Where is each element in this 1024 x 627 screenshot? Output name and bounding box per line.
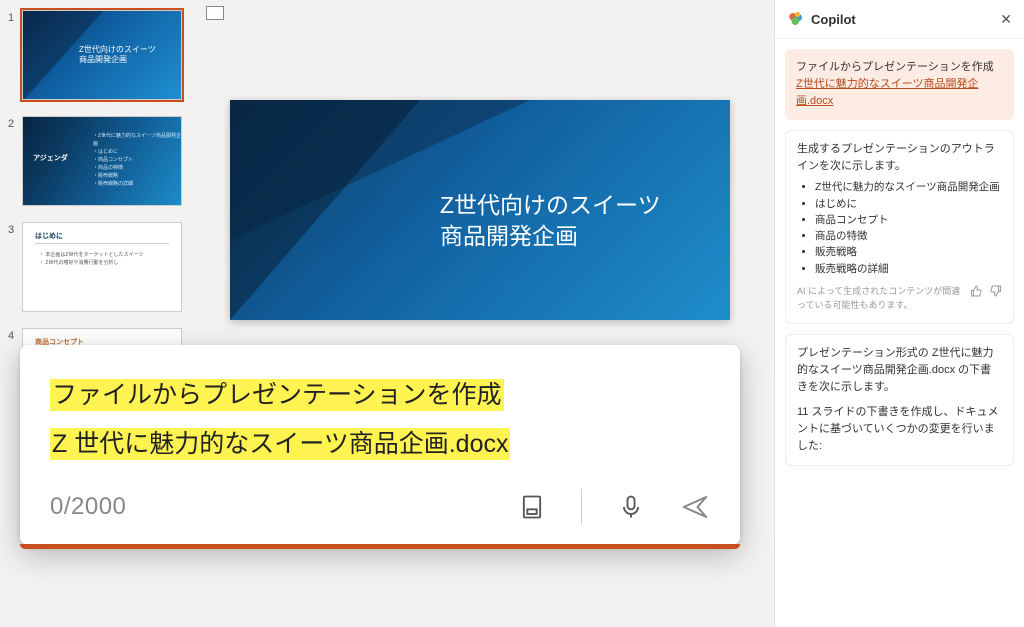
thumb3-body: ・ 本企画はZ世代をターゲットとしたスイーツ ・ Z世代の嗜好や消費行動を分析し <box>39 251 143 267</box>
thumbs-up-icon[interactable] <box>970 285 982 303</box>
slide-thumbnail-2[interactable]: アジェンダ ・Z世代に魅力的なスイーツ商品開発企画 ・はじめに ・商品コンセプト… <box>22 116 182 206</box>
ai-disclaimer-row: AI によって生成されたコンテンツが間違っている可能性もあります。 <box>797 285 1002 313</box>
prompt-text-highlight[interactable]: ファイルからプレゼンテーションを作成 Z 世代に魅力的なスイーツ商品企画.doc… <box>50 371 710 469</box>
thumb-row-1: 1 Z世代向けのスイーツ 商品開発企画 <box>8 10 192 100</box>
thumb-number: 2 <box>8 116 22 130</box>
thumb2-title: アジェンダ <box>33 153 68 163</box>
thumb-row-3: 3 はじめに ・ 本企画はZ世代をターゲットとしたスイーツ ・ Z世代の嗜好や消… <box>8 222 192 312</box>
outline-item: Z世代に魅力的なスイーツ商品開発企画 <box>815 179 1002 195</box>
prompt-prefix: ファイルからプレゼンテーションを作成 <box>796 61 994 73</box>
send-icon[interactable] <box>680 492 710 522</box>
thumbs-down-icon[interactable] <box>990 285 1002 303</box>
copilot-panel: Copilot ✕ ファイルからプレゼンテーションを作成 Z世代に魅力的なスイー… <box>774 0 1024 627</box>
outline-item: 販売戦略 <box>815 244 1002 260</box>
microphone-icon[interactable] <box>616 492 646 522</box>
copilot-brand: Copilot <box>787 10 856 28</box>
thumb-number: 3 <box>8 222 22 236</box>
copilot-brand-label: Copilot <box>811 12 856 27</box>
prompt-footer: 0/2000 <box>50 489 710 525</box>
divider <box>581 489 582 525</box>
slide-thumbnail-3[interactable]: はじめに ・ 本企画はZ世代をターゲットとしたスイーツ ・ Z世代の嗜好や消費行… <box>22 222 182 312</box>
slide-title-line1: Z世代向けのスイーツ <box>440 192 661 218</box>
outline-item: 販売戦略の詳細 <box>815 261 1002 277</box>
thumb-number: 4 <box>8 328 22 342</box>
current-slide[interactable]: Z世代向けのスイーツ 商品開発企画 <box>230 100 730 320</box>
thumb-row-2: 2 アジェンダ ・Z世代に魅力的なスイーツ商品開発企画 ・はじめに ・商品コンセ… <box>8 116 192 206</box>
copilot-close-button[interactable]: ✕ <box>1000 11 1012 28</box>
reference-file-icon[interactable] <box>517 492 547 522</box>
copilot-draft-card: プレゼンテーション形式の Z世代に魅力的なスイーツ商品開発企画.docx の下書… <box>785 334 1014 466</box>
thumb2-list: ・Z世代に魅力的なスイーツ商品開発企画 ・はじめに ・商品コンセプト ・商品の特… <box>93 132 181 188</box>
copilot-body: ファイルからプレゼンテーションを作成 Z世代に魅力的なスイーツ商品開発企画.do… <box>775 39 1024 486</box>
copilot-outline-card: 生成するプレゼンテーションのアウトラインを次に示します。 Z世代に魅力的なスイー… <box>785 130 1014 324</box>
slide-thumbnail-1[interactable]: Z世代向けのスイーツ 商品開発企画 <box>22 10 182 100</box>
draft-p1: プレゼンテーション形式の Z世代に魅力的なスイーツ商品開発企画.docx の下書… <box>797 345 1002 396</box>
overlay-accent-bar <box>20 544 740 549</box>
copilot-header: Copilot ✕ <box>775 0 1024 39</box>
copilot-prompt-overlay: ファイルからプレゼンテーションを作成 Z 世代に魅力的なスイーツ商品企画.doc… <box>20 345 740 545</box>
copilot-logo-icon <box>787 10 805 28</box>
outline-list: Z世代に魅力的なスイーツ商品開発企画 はじめに 商品コンセプト 商品の特徴 販売… <box>797 179 1002 277</box>
prompt-file-link[interactable]: Z世代に魅力的なスイーツ商品開発企画.docx <box>796 78 979 107</box>
slide-title-line2: 商品開発企画 <box>440 223 578 249</box>
thumb-number: 1 <box>8 10 22 24</box>
thumb3-title: はじめに <box>35 231 63 241</box>
ai-disclaimer: AI によって生成されたコンテンツが間違っている可能性もあります。 <box>797 285 962 313</box>
slide-title: Z世代向けのスイーツ 商品開発企画 <box>440 190 700 252</box>
feedback-buttons <box>970 285 1002 303</box>
copilot-prompt-card: ファイルからプレゼンテーションを作成 Z世代に魅力的なスイーツ商品開発企画.do… <box>785 49 1014 120</box>
outline-item: 商品の特徴 <box>815 228 1002 244</box>
draft-p2: 11 スライドの下書きを作成し、ドキュメントに基づいていくつかの変更を行いました… <box>797 404 1002 455</box>
outline-item: はじめに <box>815 196 1002 212</box>
thumb1-title: Z世代向けのスイーツ 商品開発企画 <box>79 45 169 64</box>
prompt-line1: ファイルからプレゼンテーションを作成 <box>50 379 504 411</box>
outline-item: 商品コンセプト <box>815 212 1002 228</box>
prompt-action-row <box>517 489 710 525</box>
prompt-line2: Z 世代に魅力的なスイーツ商品企画.docx <box>50 428 510 460</box>
char-counter: 0/2000 <box>50 493 126 521</box>
outline-toggle-icon[interactable] <box>206 6 224 20</box>
outline-intro: 生成するプレゼンテーションのアウトラインを次に示します。 <box>797 141 1002 175</box>
